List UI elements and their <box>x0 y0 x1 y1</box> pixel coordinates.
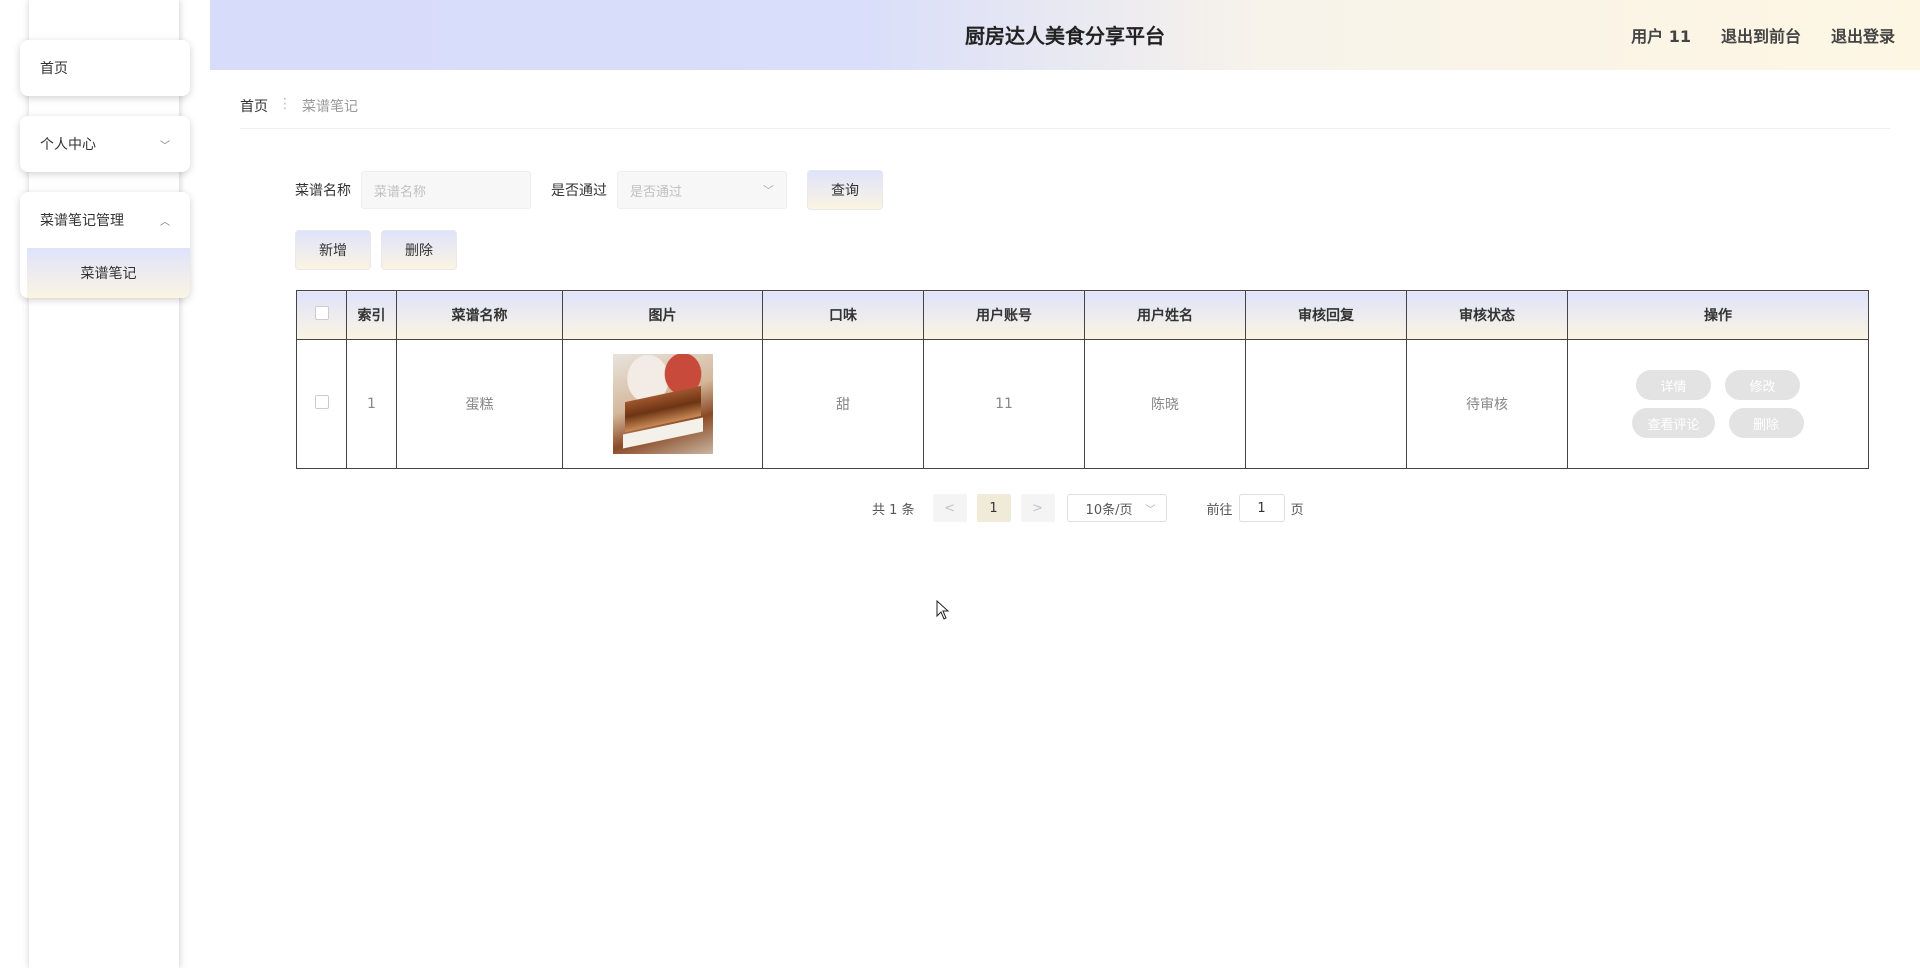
table-row: 1 蛋糕 甜 11 陈晓 待审核 详情 修改 查看评论 删除 <box>296 339 1869 469</box>
select-all-checkbox[interactable] <box>314 306 329 320</box>
pass-status-label: 是否通过 <box>551 183 607 199</box>
total-count: 共 1 条 <box>872 502 915 518</box>
sidebar-item-label: 个人中心 <box>40 137 96 153</box>
column-header: 用户姓名 <box>1084 290 1246 340</box>
breadcrumb-separator: ⋮ <box>278 96 292 112</box>
detail-button[interactable]: 详情 <box>1636 370 1711 400</box>
row-delete-button[interactable]: 删除 <box>1728 408 1804 438</box>
column-header: 索引 <box>346 290 397 340</box>
reply-cell <box>1245 339 1407 469</box>
prev-page-button[interactable]: < <box>932 494 967 522</box>
column-header: 图片 <box>562 290 763 340</box>
pass-status-placeholder: 是否通过 <box>630 184 683 200</box>
breadcrumb-current: 菜谱笔记 <box>302 99 358 115</box>
chevron-down-icon: ﹀ <box>1145 504 1156 516</box>
sidebar-subitem-label: 菜谱笔记 <box>80 266 137 282</box>
search-bar: 菜谱名称 菜谱名称 是否通过 是否通过 ﹀ 查询 <box>295 170 883 210</box>
breadcrumb: 首页 ⋮ 菜谱笔记 <box>240 96 1890 129</box>
edit-button[interactable]: 修改 <box>1725 370 1800 400</box>
chevron-down-icon: ﹀ <box>763 184 774 197</box>
view-comments-button[interactable]: 查看评论 <box>1632 408 1715 438</box>
pagination: 共 1 条 < 1 > 10条/页 ﹀ 前往 1 页 <box>872 493 1304 523</box>
goto-suffix: 页 <box>1290 502 1304 518</box>
page-size-select[interactable]: 10条/页 ﹀ <box>1066 494 1167 522</box>
row-select-cell <box>296 339 347 469</box>
sidebar-item-personal-center[interactable]: 个人中心 ﹀ <box>20 116 190 172</box>
account-cell: 11 <box>923 339 1085 469</box>
table-header-row: 索引 菜谱名称 图片 口味 用户账号 用户姓名 审核回复 审核状态 操作 <box>296 290 1869 340</box>
sidebar-item-home[interactable]: 首页 <box>20 40 190 96</box>
column-header: 菜谱名称 <box>396 290 563 340</box>
column-header: 操作 <box>1567 290 1869 340</box>
query-button[interactable]: 查询 <box>807 170 883 210</box>
add-button[interactable]: 新增 <box>295 230 371 270</box>
back-to-front-link[interactable]: 退出到前台 <box>1721 23 1801 47</box>
user-label[interactable]: 用户 11 <box>1631 23 1691 47</box>
status-cell: 待审核 <box>1406 339 1568 469</box>
chevron-up-icon: ︿ <box>160 216 170 228</box>
toolbar: 新增 删除 <box>295 230 457 270</box>
logout-link[interactable]: 退出登录 <box>1831 23 1895 47</box>
column-header: 审核状态 <box>1406 290 1568 340</box>
select-all-cell <box>296 290 347 340</box>
index-cell: 1 <box>346 339 397 469</box>
taste-cell: 甜 <box>762 339 924 469</box>
goto-page-value: 1 <box>1257 500 1266 516</box>
goto-page-input[interactable]: 1 <box>1238 494 1285 522</box>
delete-button[interactable]: 删除 <box>381 230 457 270</box>
mouse-cursor-icon <box>936 600 950 620</box>
actions-cell: 详情 修改 查看评论 删除 <box>1567 339 1869 469</box>
column-header: 审核回复 <box>1245 290 1407 340</box>
column-header: 口味 <box>762 290 924 340</box>
sidebar-item-recipe-management[interactable]: 菜谱笔记管理 ︿ <box>20 192 190 248</box>
breadcrumb-home[interactable]: 首页 <box>240 96 268 116</box>
goto-label: 前往 <box>1206 502 1233 518</box>
column-header: 用户账号 <box>923 290 1085 340</box>
recipe-name-label: 菜谱名称 <box>295 183 351 199</box>
recipe-name-placeholder: 菜谱名称 <box>374 184 427 200</box>
page-size-value: 10条/页 <box>1085 502 1133 518</box>
next-page-button[interactable]: > <box>1020 494 1055 522</box>
cake-image[interactable] <box>612 354 713 454</box>
pass-status-select[interactable]: 是否通过 ﹀ <box>617 171 787 209</box>
sidebar-subitem-recipe-notes[interactable]: 菜谱笔记 <box>27 248 190 298</box>
sidebar-group-recipe-management: 菜谱笔记管理 ︿ 菜谱笔记 <box>20 192 190 298</box>
sidebar-item-label: 菜谱笔记管理 <box>40 213 124 229</box>
row-checkbox[interactable] <box>314 395 329 409</box>
recipe-name-input[interactable]: 菜谱名称 <box>361 171 531 209</box>
recipe-table: 索引 菜谱名称 图片 口味 用户账号 用户姓名 审核回复 审核状态 操作 1 蛋… <box>296 290 1869 469</box>
chevron-down-icon: ﹀ <box>160 140 170 152</box>
image-cell <box>562 339 763 469</box>
page-number[interactable]: 1 <box>976 494 1011 522</box>
username-cell: 陈晓 <box>1084 339 1246 469</box>
top-header: 厨房达人美食分享平台 用户 11 退出到前台 退出登录 <box>210 0 1920 70</box>
recipe-name-cell: 蛋糕 <box>396 339 563 469</box>
sidebar-item-label: 首页 <box>40 61 68 77</box>
